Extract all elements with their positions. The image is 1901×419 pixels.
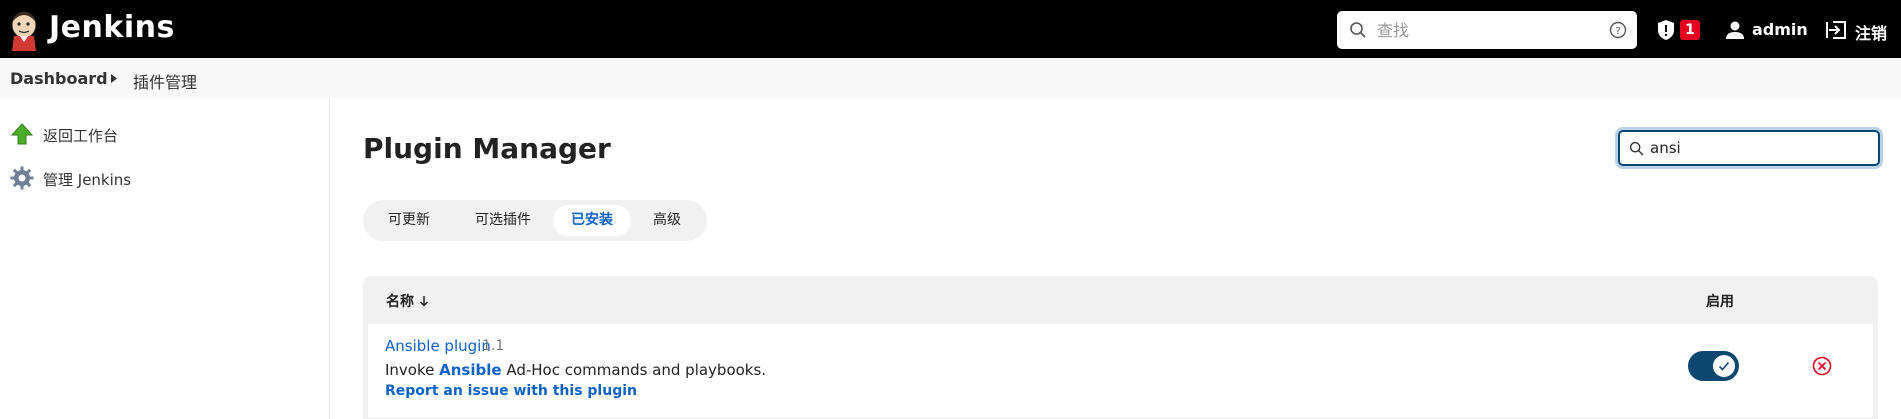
plugin-version: 1.1 — [482, 338, 505, 354]
plugin-description-highlight: Ansible — [439, 361, 502, 379]
report-issue-link[interactable]: Report an issue with this plugin — [385, 383, 637, 399]
plugin-description-suffix: Ad-Hoc commands and playbooks. — [501, 361, 767, 379]
search-icon — [1629, 141, 1644, 156]
plugin-description-prefix: Invoke — [385, 361, 440, 379]
up-arrow-icon — [10, 123, 34, 145]
plugin-name-link[interactable]: Ansible plugin — [385, 337, 491, 355]
table-row: Ansible plugin 1.1 Invoke Ansible Ad-Hoc… — [368, 324, 1873, 419]
plugin-tabs: 可更新 可选插件 已安装 高级 — [363, 200, 707, 241]
security-alert-count-badge: 1 — [1680, 20, 1700, 40]
logout-label: 注销 — [1855, 24, 1888, 43]
tab-installed[interactable]: 已安装 — [553, 205, 631, 236]
toggle-knob — [1713, 355, 1735, 377]
plugin-filter-input[interactable] — [1650, 137, 1870, 159]
security-alerts-button[interactable]: 1 — [1656, 18, 1700, 42]
tab-advanced[interactable]: 高级 — [635, 205, 699, 236]
breadcrumb-dashboard[interactable]: Dashboard — [10, 69, 108, 88]
global-search[interactable]: ? — [1337, 11, 1637, 49]
username-label: admin — [1752, 20, 1808, 39]
search-input[interactable] — [1377, 16, 1597, 44]
help-icon[interactable]: ? — [1609, 21, 1627, 39]
search-icon — [1350, 22, 1366, 38]
tab-available[interactable]: 可选插件 — [455, 205, 551, 236]
jenkins-logo-icon[interactable] — [8, 9, 40, 51]
breadcrumb: Dashboard 插件管理 — [0, 58, 1901, 98]
brand-title[interactable]: Jenkins — [49, 10, 175, 45]
shield-icon — [1658, 20, 1674, 40]
user-icon — [1726, 21, 1744, 39]
checkmark-icon — [1718, 361, 1730, 371]
sort-down-arrow-icon[interactable] — [419, 295, 429, 307]
svg-text:?: ? — [1615, 26, 1620, 37]
uninstall-x-icon[interactable] — [1812, 356, 1832, 376]
tab-updates[interactable]: 可更新 — [371, 205, 447, 236]
plugin-enabled-toggle[interactable] — [1688, 351, 1739, 381]
chevron-right-icon[interactable] — [111, 74, 117, 83]
gear-icon — [10, 166, 34, 190]
sidebar-item-label: 返回工作台 — [43, 127, 119, 145]
top-header: Jenkins ? 1 admin — [0, 0, 1901, 58]
plugin-filter[interactable] — [1618, 130, 1880, 166]
sidebar-item-back-to-dashboard[interactable]: 返回工作台 — [10, 120, 310, 150]
installed-plugins-table: 名称 启用 Ansible plugin 1.1 Invoke Ansible … — [363, 276, 1878, 419]
sidebar-item-manage-jenkins[interactable]: 管理 Jenkins — [10, 164, 310, 194]
sidebar: 返回工作台 管理 Jenkins — [0, 98, 330, 419]
logout-icon — [1826, 21, 1846, 39]
sidebar-item-label: 管理 Jenkins — [43, 171, 132, 189]
column-header-enabled[interactable]: 启用 — [1706, 291, 1734, 311]
column-header-name[interactable]: 名称 — [386, 291, 414, 311]
plugin-description: Invoke Ansible Ad-Hoc commands and playb… — [385, 361, 766, 379]
breadcrumb-plugin-manager[interactable]: 插件管理 — [133, 69, 197, 93]
page-title: Plugin Manager — [363, 132, 611, 165]
logout-link[interactable]: 注销 — [1825, 17, 1901, 43]
